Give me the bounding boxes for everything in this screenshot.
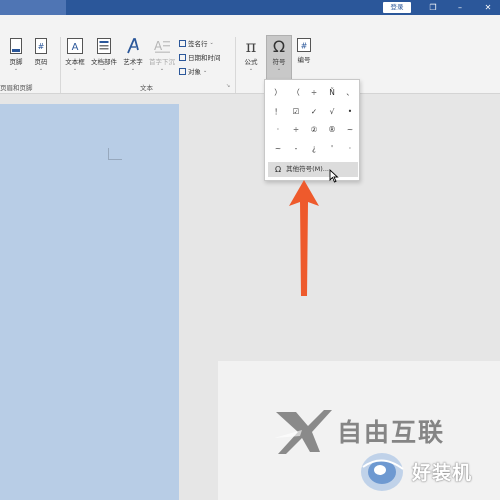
object-label: 对象	[188, 68, 201, 76]
group-separator	[60, 37, 61, 93]
red-arrow-annotation	[289, 180, 319, 296]
header-footer-group-label: 页眉和页脚	[0, 84, 33, 92]
textbox-icon: A	[67, 38, 83, 54]
textbox-label: 文本框	[65, 58, 85, 66]
wordart-label: 艺术字	[123, 58, 143, 66]
more-symbols-menu-item[interactable]: Ω 其他符号(M)...	[268, 162, 358, 177]
site-watermark-text: 好装机	[412, 462, 473, 484]
footer-icon	[10, 38, 22, 54]
equation-button[interactable]: π 公式 ⌄	[240, 38, 262, 72]
wordart-button[interactable]: 艺术字 ⌄	[121, 38, 145, 72]
chevron-down-icon: ⌄	[203, 68, 208, 74]
doc-parts-icon	[97, 38, 111, 54]
chevron-down-icon: ⌄	[72, 66, 78, 72]
chevron-down-icon: ⌄	[130, 66, 136, 72]
symbol-label: 符号	[272, 58, 286, 66]
svg-text:#: #	[301, 42, 308, 51]
numbering-button[interactable]: # 编号	[294, 38, 314, 64]
equation-label: 公式	[244, 58, 258, 66]
omega-icon: Ω	[273, 38, 285, 54]
omega-icon: Ω	[275, 165, 282, 174]
svg-text:#: #	[38, 42, 45, 51]
symbol-cell[interactable]: ÷	[305, 84, 323, 103]
symbol-cell[interactable]: ✓	[305, 103, 323, 122]
doc-parts-button[interactable]: 文档部件 ⌄	[89, 38, 119, 72]
symbol-cell[interactable]: Ñ	[323, 84, 341, 103]
more-symbols-label: 其他符号(M)...	[286, 165, 330, 173]
chevron-down-icon: ⌄	[248, 66, 254, 72]
object-button[interactable]: 对象 ⌄	[179, 66, 207, 76]
symbol-cell[interactable]: ~	[341, 121, 359, 140]
dropcap-icon: A	[154, 39, 170, 53]
symbol-button[interactable]: Ω 符号 ⌄	[266, 38, 292, 72]
symbol-cell[interactable]: ☑	[287, 103, 305, 122]
symbol-cell[interactable]: ·	[341, 140, 359, 159]
symbol-grid: ）（÷ Ñ、！ ☑ ✓ √ • · ÷ ② ® ~ ~ - ¿ ' ·	[269, 84, 359, 158]
symbol-cell[interactable]: √	[323, 103, 341, 122]
symbol-cell[interactable]: '	[323, 140, 341, 159]
svg-text:Ω: Ω	[273, 38, 285, 54]
group-launcher-icon[interactable]: ↘	[226, 83, 230, 89]
symbol-cell[interactable]: 、	[341, 84, 359, 103]
mouse-pointer-icon	[329, 169, 339, 183]
chevron-down-icon: ⌄	[209, 40, 214, 46]
signature-line-button[interactable]: 签名行 ⌄	[179, 38, 214, 48]
symbol-cell[interactable]: ②	[305, 121, 323, 140]
chevron-down-icon: ⌄	[38, 66, 44, 72]
chevron-down-icon: ⌄	[13, 66, 19, 72]
page-number-label: 页码	[34, 58, 48, 66]
object-icon	[179, 67, 186, 75]
symbol-cell[interactable]: ~	[269, 140, 287, 159]
ribbon: 页脚 ⌄ # 页码 ⌄ A 文本框 ⌄ 文档部件 ⌄ 艺术字 ⌄ A 首字下沉 …	[0, 15, 500, 94]
symbol-cell[interactable]: -	[287, 140, 305, 159]
dropcap-button[interactable]: A 首字下沉 ⌄	[147, 38, 177, 72]
pi-icon: π	[246, 38, 257, 54]
svg-text:A: A	[72, 42, 79, 53]
page-number-icon: #	[35, 38, 47, 54]
date-time-label: 日期和时间	[188, 54, 221, 62]
title-bar: 登录 ❐ – ✕	[0, 0, 500, 15]
chevron-down-icon: ⌄	[101, 66, 107, 72]
symbol-dropdown: ）（÷ Ñ、！ ☑ ✓ √ • · ÷ ② ® ~ ~ - ¿ ' · Ω 其他符号(M)...	[264, 79, 360, 181]
group-separator	[235, 37, 236, 93]
symbol-cell[interactable]: （	[287, 84, 305, 103]
restore-icon[interactable]: ❐	[426, 1, 440, 14]
signature-icon	[179, 39, 186, 47]
symbol-cell[interactable]: ）	[269, 84, 287, 103]
login-button[interactable]: 登录	[383, 2, 411, 13]
doc-parts-label: 文档部件	[91, 58, 117, 66]
date-time-button[interactable]: 日期和时间	[179, 52, 221, 62]
symbol-cell[interactable]: ·	[269, 121, 287, 140]
haozhuangji-logo	[361, 453, 404, 491]
page-number-button[interactable]: # 页码 ⌄	[31, 38, 51, 72]
text-group-label: 文本	[140, 84, 153, 92]
svg-text:A: A	[154, 39, 163, 53]
page-corner-marker	[108, 148, 122, 160]
document-page[interactable]	[0, 104, 179, 500]
numbering-label: 编号	[297, 56, 311, 64]
chevron-down-icon: ⌄	[159, 66, 165, 72]
document-tab[interactable]	[0, 0, 66, 15]
watermark-text: 自由互联	[337, 418, 446, 447]
dropcap-label: 首字下沉	[149, 58, 175, 66]
minimize-icon[interactable]: –	[453, 1, 467, 14]
xitmi-logo	[274, 410, 332, 454]
symbol-cell[interactable]: ®	[323, 121, 341, 140]
chevron-down-icon: ⌄	[276, 66, 282, 72]
symbol-cell[interactable]: ！	[269, 103, 287, 122]
calendar-icon	[179, 53, 186, 61]
textbox-button[interactable]: A 文本框 ⌄	[63, 38, 87, 72]
close-icon[interactable]: ✕	[481, 1, 495, 14]
footer-button[interactable]: 页脚 ⌄	[6, 38, 26, 72]
symbol-cell[interactable]: •	[341, 103, 359, 122]
symbol-cell[interactable]: ¿	[305, 140, 323, 159]
hash-icon: #	[297, 38, 311, 52]
signature-line-label: 签名行	[188, 40, 208, 48]
symbol-cell[interactable]: ÷	[287, 121, 305, 140]
footer-label: 页脚	[9, 58, 23, 66]
svg-text:π: π	[246, 38, 257, 54]
wordart-icon	[127, 38, 139, 54]
